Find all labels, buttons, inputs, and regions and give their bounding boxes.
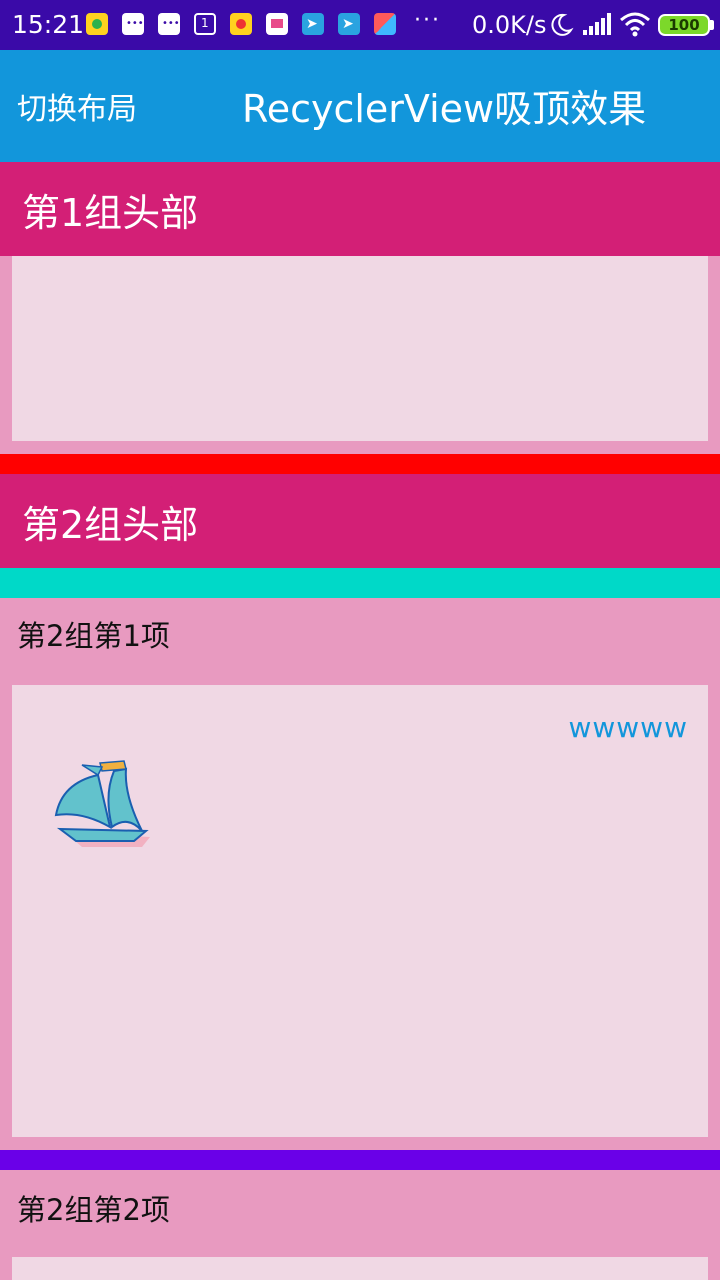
group-header-label: 第1组头部 xyxy=(22,190,199,235)
battery-icon: 100 xyxy=(658,14,710,36)
switch-layout-button[interactable]: 切换布局 xyxy=(17,91,137,129)
telegram-icon: ➤ xyxy=(338,13,360,35)
divider xyxy=(0,568,720,598)
card-text: wwwww xyxy=(568,711,688,744)
calendar-icon: 1 xyxy=(194,13,216,35)
message-icon: ••• xyxy=(158,13,180,35)
group-header-label: 第2组头部 xyxy=(22,502,199,547)
sailboat-icon xyxy=(54,760,150,847)
list-item-label: 第2组第2项 xyxy=(17,1193,170,1227)
list-item-card[interactable] xyxy=(12,1257,708,1280)
list-item[interactable]: 第2组第2项 xyxy=(0,1170,720,1280)
wifi-icon xyxy=(620,12,650,37)
network-speed: 0.0K/s xyxy=(472,11,547,39)
group-header: 第1组头部 xyxy=(0,162,720,256)
list-item-card[interactable]: wwwww xyxy=(12,685,708,1137)
list-item-card[interactable] xyxy=(12,256,708,441)
telegram-icon: ➤ xyxy=(302,13,324,35)
baidu-icon xyxy=(86,13,108,35)
divider xyxy=(0,1150,720,1170)
battery-tip xyxy=(710,20,714,30)
message-icon: ••• xyxy=(122,13,144,35)
kite-icon xyxy=(374,13,396,35)
baidu-icon xyxy=(230,13,252,35)
notification-icons: ••• ••• 1 ➤ ➤ xyxy=(86,13,396,35)
mail-icon xyxy=(266,13,288,35)
list-item[interactable]: 第2组第1项 wwwww xyxy=(0,598,720,1150)
moon-icon xyxy=(551,13,574,36)
page-title: RecyclerView吸顶效果 xyxy=(242,87,647,131)
list-item-label: 第2组第1项 xyxy=(17,619,170,653)
group-header: 第2组头部 xyxy=(0,474,720,568)
more-notifications-icon: ··· xyxy=(414,8,441,33)
battery-level: 100 xyxy=(668,16,700,34)
status-time: 15:21 xyxy=(12,10,85,39)
status-bar: 15:21 ••• ••• 1 ➤ ➤ ··· 0.0K/s 100 xyxy=(0,0,720,50)
app-bar: 切换布局 RecyclerView吸顶效果 xyxy=(0,50,720,162)
divider xyxy=(0,454,720,474)
signal-icon xyxy=(583,13,611,35)
